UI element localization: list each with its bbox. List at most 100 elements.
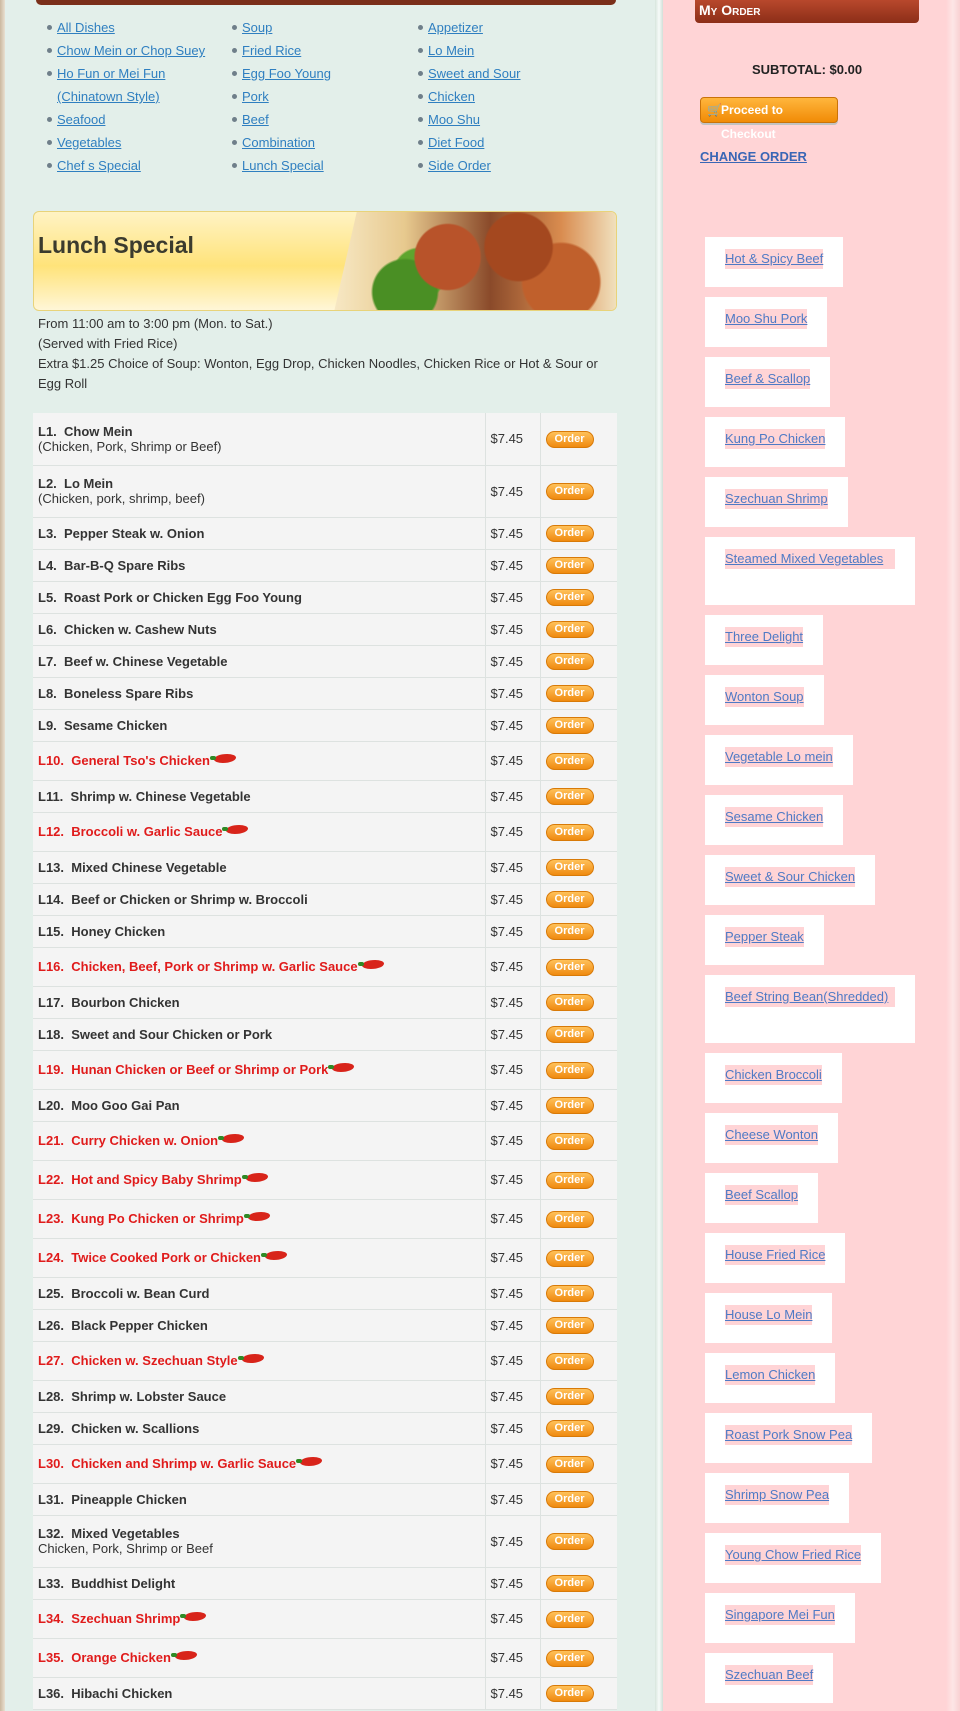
order-button[interactable]: Order bbox=[545, 752, 594, 770]
order-button[interactable]: Order bbox=[545, 958, 594, 976]
featured-dish-link[interactable]: Sweet & Sour Chicken bbox=[725, 867, 856, 887]
category-link-vegetables[interactable]: Vegetables bbox=[57, 135, 121, 150]
order-cell: Order bbox=[540, 741, 617, 781]
order-button[interactable]: Order bbox=[545, 1171, 594, 1189]
featured-dish-link[interactable]: Shrimp Snow Pea bbox=[725, 1485, 830, 1505]
category-link-chef-special[interactable]: Chef s Special bbox=[57, 158, 141, 173]
featured-dish-link[interactable]: Beef String Bean(Shredded) bbox=[725, 987, 895, 1007]
order-button[interactable]: Order bbox=[545, 1610, 594, 1628]
order-button[interactable]: Order bbox=[545, 1685, 594, 1702]
category-link-beef[interactable]: Beef bbox=[242, 112, 269, 127]
menu-row: L28. Shrimp w. Lobster Sauce $7.45 Order bbox=[33, 1380, 617, 1413]
category-link-seafood[interactable]: Seafood bbox=[57, 112, 105, 127]
featured-dish-link[interactable]: Moo Shu Pork bbox=[725, 309, 808, 329]
featured-dish-link[interactable]: Wonton Soup bbox=[725, 687, 804, 707]
order-button[interactable]: Order bbox=[545, 1388, 594, 1405]
featured-dish-link[interactable]: Three Delight bbox=[725, 627, 804, 647]
proceed-to-checkout-button[interactable]: 🛒 Proceed to Checkout bbox=[700, 97, 838, 141]
order-button[interactable]: Order bbox=[545, 1491, 594, 1508]
category-link-all-dishes[interactable]: All Dishes bbox=[57, 20, 115, 35]
item-name-cell: L30. Chicken and Shrimp w. Garlic Sauce bbox=[33, 1444, 486, 1484]
order-cell: Order bbox=[540, 812, 617, 852]
order-button[interactable]: Order bbox=[545, 685, 594, 702]
item-name: L26. Black Pepper Chicken bbox=[38, 1317, 208, 1333]
featured-dish-link[interactable]: Pepper Steak bbox=[725, 927, 804, 947]
order-button[interactable]: Order bbox=[545, 1420, 594, 1437]
order-button[interactable]: Order bbox=[545, 891, 594, 908]
category-link-soup[interactable]: Soup bbox=[242, 20, 272, 35]
featured-dish-link[interactable]: Hot & Spicy Beef bbox=[725, 249, 824, 269]
spicy-pepper-icon bbox=[261, 1251, 287, 1260]
category-link-egg-foo-young[interactable]: Egg Foo Young bbox=[242, 66, 331, 81]
item-name-cell: L5. Roast Pork or Chicken Egg Foo Young bbox=[33, 581, 486, 614]
order-button[interactable]: Order bbox=[545, 1352, 594, 1370]
featured-dish-link[interactable]: Singapore Mei Fun bbox=[725, 1605, 835, 1625]
order-button[interactable]: Order bbox=[545, 923, 594, 940]
category-link-diet-food[interactable]: Diet Food bbox=[428, 135, 484, 150]
category-item: Vegetables bbox=[45, 131, 205, 154]
order-button[interactable]: Order bbox=[545, 788, 594, 805]
category-link-pork[interactable]: Pork bbox=[242, 89, 269, 104]
category-link-chow-mein[interactable]: Chow Mein or Chop Suey bbox=[57, 43, 205, 58]
order-button[interactable]: Order bbox=[545, 1533, 594, 1550]
order-button[interactable]: Order bbox=[545, 1132, 594, 1150]
order-button[interactable]: Order bbox=[545, 994, 594, 1011]
sidebar-edge bbox=[946, 0, 960, 1711]
order-button[interactable]: Order bbox=[545, 1061, 594, 1079]
order-button[interactable]: Order bbox=[545, 1249, 594, 1267]
order-button[interactable]: Order bbox=[545, 1285, 594, 1302]
item-name-cell: L3. Pepper Steak w. Onion bbox=[33, 517, 486, 550]
featured-dish-link[interactable]: Steamed Mixed Vegetables bbox=[725, 549, 895, 569]
order-button[interactable]: Order bbox=[545, 557, 594, 574]
order-button[interactable]: Order bbox=[545, 653, 594, 670]
category-link-ho-fun[interactable]: Ho Fun or Mei Fun (Chinatown Style) bbox=[57, 66, 165, 104]
spicy-pepper-icon bbox=[243, 1212, 270, 1221]
order-button[interactable]: Order bbox=[545, 1097, 594, 1114]
category-link-lo-mein[interactable]: Lo Mein bbox=[428, 43, 474, 58]
featured-dish-link[interactable]: Sesame Chicken bbox=[725, 807, 824, 827]
category-item: Chicken bbox=[416, 85, 521, 108]
featured-dish-link[interactable]: Vegetable Lo mein bbox=[725, 747, 833, 767]
order-button[interactable]: Order bbox=[545, 589, 594, 606]
order-button[interactable]: Order bbox=[545, 1210, 594, 1228]
item-name: L14. Beef or Chicken or Shrimp w. Brocco… bbox=[38, 891, 308, 907]
featured-dish-link[interactable]: Roast Pork Snow Pea bbox=[725, 1425, 853, 1445]
order-button[interactable]: Order bbox=[545, 717, 594, 734]
order-button[interactable]: Order bbox=[545, 430, 594, 448]
category-link-moo-shu[interactable]: Moo Shu bbox=[428, 112, 480, 127]
featured-dish-link[interactable]: Kung Po Chicken bbox=[725, 429, 826, 449]
category-column-3: Appetizer Lo Mein Sweet and Sour Chicken… bbox=[416, 16, 521, 177]
category-link-combination[interactable]: Combination bbox=[242, 135, 315, 150]
featured-dish-link[interactable]: Szechuan Shrimp bbox=[725, 489, 828, 509]
category-column-1: All Dishes Chow Mein or Chop Suey Ho Fun… bbox=[45, 16, 205, 177]
category-link-appetizer[interactable]: Appetizer bbox=[428, 20, 483, 35]
category-link-fried-rice[interactable]: Fried Rice bbox=[242, 43, 301, 58]
order-button[interactable]: Order bbox=[545, 1455, 594, 1473]
order-button[interactable]: Order bbox=[545, 525, 594, 542]
featured-dish-link[interactable]: House Fried Rice bbox=[725, 1245, 826, 1265]
order-button[interactable]: Order bbox=[545, 1649, 594, 1667]
menu-row: L13. Mixed Chinese Vegetable $7.45 Order bbox=[33, 851, 617, 884]
featured-dish-link[interactable]: Szechuan Beef bbox=[725, 1665, 814, 1685]
order-button[interactable]: Order bbox=[545, 859, 594, 876]
order-button[interactable]: Order bbox=[545, 483, 594, 500]
category-link-side-order[interactable]: Side Order bbox=[428, 158, 491, 173]
food-photo bbox=[334, 212, 616, 310]
order-button[interactable]: Order bbox=[545, 1575, 594, 1592]
featured-dish-link[interactable]: Cheese Wonton bbox=[725, 1125, 818, 1145]
order-button[interactable]: Order bbox=[545, 1026, 594, 1043]
category-item: Egg Foo Young bbox=[230, 62, 331, 85]
change-order-link[interactable]: CHANGE ORDER bbox=[700, 149, 807, 164]
featured-dish-link[interactable]: Chicken Broccoli bbox=[725, 1065, 822, 1085]
category-link-lunch-special[interactable]: Lunch Special bbox=[242, 158, 324, 173]
featured-dish-link[interactable]: Beef Scallop bbox=[725, 1185, 798, 1205]
category-link-sweet-and-sour[interactable]: Sweet and Sour bbox=[428, 66, 521, 81]
featured-dish-link[interactable]: House Lo Mein bbox=[725, 1305, 813, 1325]
featured-dish-link[interactable]: Beef & Scallop bbox=[725, 369, 811, 389]
order-button[interactable]: Order bbox=[545, 1317, 594, 1334]
order-button[interactable]: Order bbox=[545, 823, 594, 841]
featured-dish-link[interactable]: Young Chow Fried Rice bbox=[725, 1545, 862, 1565]
order-button[interactable]: Order bbox=[545, 621, 594, 638]
featured-dish-link[interactable]: Lemon Chicken bbox=[725, 1365, 816, 1385]
category-link-chicken[interactable]: Chicken bbox=[428, 89, 475, 104]
